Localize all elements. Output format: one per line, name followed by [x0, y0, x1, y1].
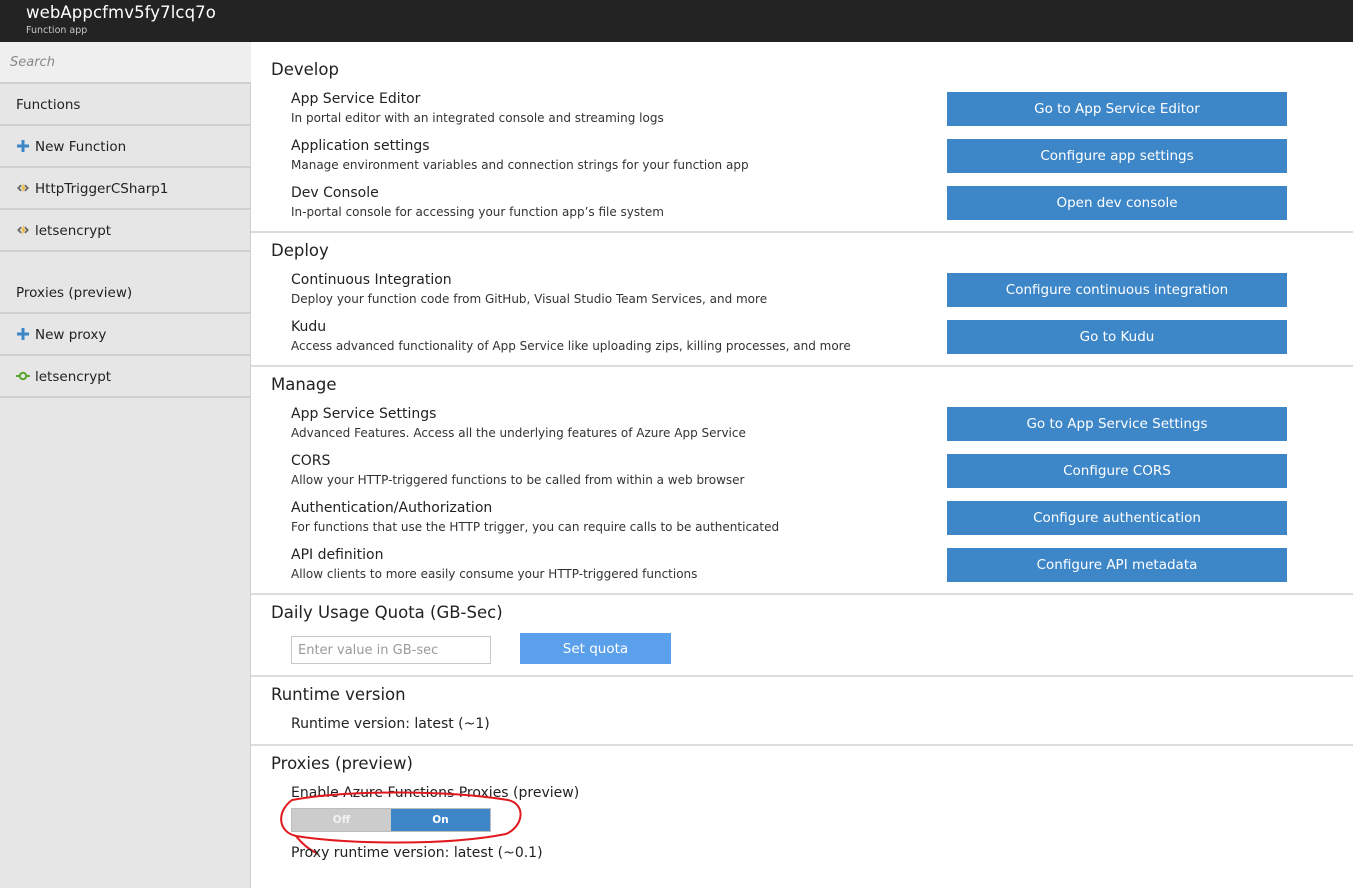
section-title-develop: Develop: [271, 60, 339, 79]
go-to-kudu-button[interactable]: Go to Kudu: [947, 320, 1287, 354]
item-title: App Service Settings: [291, 406, 437, 422]
proxies-toggle[interactable]: Off On: [291, 808, 491, 832]
app-subtitle: Function app: [26, 25, 88, 36]
sidebar-item-label: New proxy: [35, 327, 107, 343]
search-input[interactable]: [0, 42, 251, 82]
item-description: For functions that use the HTTP trigger,…: [291, 520, 780, 534]
section-title-proxies: Proxies (preview): [271, 754, 413, 773]
sidebar-search: [0, 42, 251, 84]
sidebar: Functions New Function HttpTriggerCSharp…: [0, 42, 251, 888]
item-description: In portal editor with an integrated cons…: [291, 111, 664, 125]
configure-cors-button[interactable]: Configure CORS: [947, 454, 1287, 488]
sidebar-item-functions[interactable]: Functions: [0, 84, 251, 126]
go-to-app-service-editor-button[interactable]: Go to App Service Editor: [947, 92, 1287, 126]
sidebar-item-new-function[interactable]: New Function: [0, 126, 251, 168]
item-description: In-portal console for accessing your fun…: [291, 205, 664, 219]
item-description: Access advanced functionality of App Ser…: [291, 339, 851, 353]
section-divider: [251, 365, 1353, 367]
sidebar-item-label: New Function: [35, 139, 127, 155]
section-divider: [251, 231, 1353, 233]
function-bolt-icon: [17, 224, 29, 236]
sidebar-item-proxies[interactable]: Proxies (preview): [0, 272, 251, 314]
item-title: App Service Editor: [291, 91, 421, 107]
app-title: webAppcfmv5fy7lcq7o: [26, 3, 216, 22]
sidebar-item-label: letsencrypt: [35, 369, 112, 385]
item-title: Continuous Integration: [291, 272, 452, 288]
item-title: CORS: [291, 453, 331, 469]
item-title: Kudu: [291, 319, 327, 335]
item-description: Advanced Features. Access all the underl…: [291, 426, 746, 440]
proxy-runtime-version-text: Proxy runtime version: latest (~0.1): [291, 845, 543, 861]
section-divider: [251, 675, 1353, 677]
section-title-runtime: Runtime version: [271, 685, 406, 704]
enable-proxies-label: Enable Azure Functions Proxies (preview): [291, 785, 580, 801]
section-title-quota: Daily Usage Quota (GB-Sec): [271, 603, 503, 622]
sidebar-item-letsencrypt-function[interactable]: letsencrypt: [0, 210, 251, 252]
plus-icon: [17, 328, 29, 340]
section-title-manage: Manage: [271, 375, 337, 394]
quota-input[interactable]: [291, 636, 491, 664]
item-description: Allow clients to more easily consume you…: [291, 567, 698, 581]
toggle-on-option[interactable]: On: [391, 809, 490, 831]
configure-api-metadata-button[interactable]: Configure API metadata: [947, 548, 1287, 582]
function-bolt-icon: [17, 182, 29, 194]
item-description: Manage environment variables and connect…: [291, 158, 749, 172]
configure-app-settings-button[interactable]: Configure app settings: [947, 139, 1287, 173]
section-divider: [251, 744, 1353, 746]
open-dev-console-button[interactable]: Open dev console: [947, 186, 1287, 220]
item-description: Allow your HTTP-triggered functions to b…: [291, 473, 745, 487]
set-quota-button[interactable]: Set quota: [520, 633, 671, 664]
item-title: API definition: [291, 547, 384, 563]
section-title-deploy: Deploy: [271, 241, 329, 260]
top-bar: webAppcfmv5fy7lcq7o Function app: [0, 0, 1353, 42]
sidebar-item-new-proxy[interactable]: New proxy: [0, 314, 251, 356]
sidebar-item-label: HttpTriggerCSharp1: [35, 181, 169, 197]
sidebar-item-letsencrypt-proxy[interactable]: letsencrypt: [0, 356, 251, 398]
configure-continuous-integration-button[interactable]: Configure continuous integration: [947, 273, 1287, 307]
sidebar-item-httptriggercsharp1[interactable]: HttpTriggerCSharp1: [0, 168, 251, 210]
item-title: Dev Console: [291, 185, 379, 201]
sidebar-item-label: letsencrypt: [35, 223, 112, 239]
plus-icon: [17, 140, 29, 152]
proxy-icon: [16, 371, 30, 381]
runtime-version-text: Runtime version: latest (~1): [291, 716, 490, 732]
item-description: Deploy your function code from GitHub, V…: [291, 292, 768, 306]
item-title: Authentication/Authorization: [291, 500, 493, 516]
go-to-app-service-settings-button[interactable]: Go to App Service Settings: [947, 407, 1287, 441]
section-divider: [251, 593, 1353, 595]
toggle-off-option[interactable]: Off: [292, 809, 391, 831]
item-title: Application settings: [291, 138, 430, 154]
sidebar-item-label: Functions: [16, 97, 81, 113]
configure-authentication-button[interactable]: Configure authentication: [947, 501, 1287, 535]
sidebar-item-label: Proxies (preview): [16, 285, 133, 301]
main-content: Develop App Service Editor In portal edi…: [251, 42, 1353, 888]
